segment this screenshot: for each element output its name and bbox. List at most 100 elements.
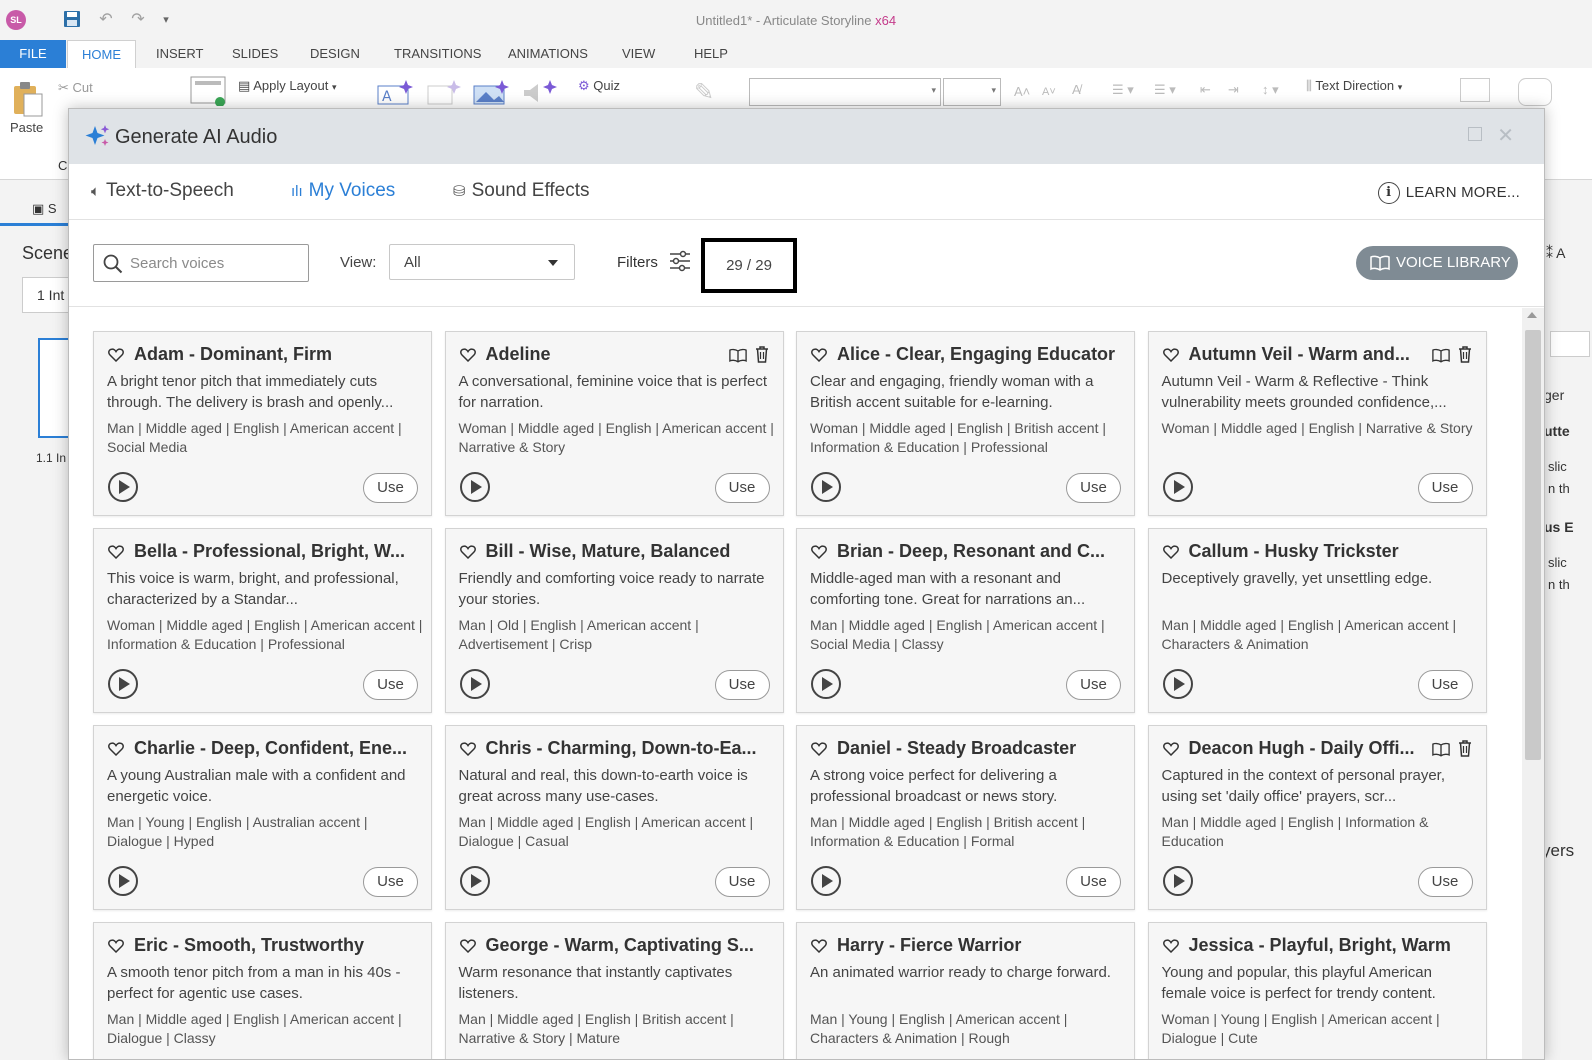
voice-card[interactable]: Harry - Fierce Warrior An animated warrio… [796,922,1135,1059]
use-button[interactable]: Use [714,670,770,700]
trash-icon[interactable] [1450,346,1472,367]
arrange-icon[interactable] [1460,78,1490,102]
paste-icon[interactable] [12,80,44,121]
use-button[interactable]: Use [1417,867,1473,897]
voice-card[interactable]: Bill - Wise, Mature, Balanced Friendly an… [444,528,784,713]
tab-insert[interactable]: INSERT [142,40,217,68]
scroll-thumb[interactable] [1525,330,1541,760]
heart-icon[interactable] [459,348,476,367]
voice-card[interactable]: Eric - Smooth, Trustworthy A smooth tenor… [93,922,432,1059]
heart-icon[interactable] [108,939,124,958]
play-icon[interactable] [1162,668,1194,705]
play-icon[interactable] [107,668,139,705]
voice-card[interactable]: Jessica - Playful, Bright, Warm Young and… [1147,922,1487,1059]
heart-icon[interactable] [811,939,827,958]
search-voices-field[interactable] [93,244,309,282]
use-button[interactable]: Use [1417,670,1473,700]
tab-slides[interactable]: SLIDES [218,40,292,68]
use-button[interactable]: Use [363,473,418,503]
trash-icon[interactable] [747,346,769,367]
play-icon[interactable] [1162,471,1194,508]
tab-animations[interactable]: ANIMATIONS [494,40,602,68]
heart-icon[interactable] [459,545,476,564]
clear-format-icon[interactable]: A̸ [1072,82,1081,97]
tab-transitions[interactable]: TRANSITIONS [380,40,495,68]
quiz-button[interactable]: ⚙ Quiz [578,78,620,94]
scene-row[interactable]: 1 Int [22,277,72,313]
book-icon[interactable] [721,348,747,367]
scroll-up-arrow-icon[interactable] [1527,312,1537,318]
play-icon[interactable] [107,471,139,508]
use-button[interactable]: Use [363,670,418,700]
tab-sound-effects[interactable]: ⛁ Sound Effects [453,180,590,202]
apply-layout-button[interactable]: ▤ Apply Layout ▾ [238,78,337,94]
voice-card[interactable]: Charlie - Deep, Confident, Ene... A young… [93,725,432,910]
numbering-icon[interactable]: ☰ ▾ [1154,82,1176,98]
ai-audio-icon[interactable] [520,78,560,111]
layout-icon[interactable] [190,76,228,109]
font-grow-icon[interactable]: A˄ [1014,84,1030,99]
heart-icon[interactable] [1162,742,1179,761]
cut-button[interactable]: ✂ Cut [58,80,93,96]
voice-card[interactable]: Deacon Hugh - Daily Offi... Captured in t… [1147,725,1487,910]
ai-text-icon[interactable]: A [376,78,416,111]
book-icon[interactable] [1424,742,1450,761]
voice-card[interactable]: Chris - Charming, Down-to-Ea... Natural a… [444,725,784,910]
play-icon[interactable] [459,668,491,705]
voice-card[interactable]: Adam - Dominant, Firm A bright tenor pitc… [93,331,432,516]
heart-icon[interactable] [108,348,124,367]
maximize-icon[interactable] [1468,127,1482,141]
use-button[interactable]: Use [363,867,418,897]
tab-home[interactable]: HOME [67,40,136,68]
use-button[interactable]: Use [1417,473,1473,503]
play-icon[interactable] [459,471,491,508]
tab-my-voices[interactable]: ılı My Voices [291,180,395,202]
text-direction-button[interactable]: ⫼ Text Direction ▾ [1306,78,1402,94]
heart-icon[interactable] [811,348,827,367]
voice-card[interactable]: Adeline A conversational, feminine voice … [444,331,784,516]
voice-card[interactable]: Daniel - Steady Broadcaster A strong voic… [796,725,1135,910]
play-icon[interactable] [1162,865,1194,902]
font-shrink-icon[interactable]: A˅ [1042,86,1056,98]
tab-text-to-speech[interactable]: 🔈︎ Text-to-Speech [91,180,234,202]
search-input[interactable] [130,253,300,273]
tab-file[interactable]: FILE [0,40,66,68]
increase-indent-icon[interactable]: ⇥ [1228,82,1239,98]
play-icon[interactable] [107,865,139,902]
bullets-icon[interactable]: ☰ ▾ [1112,82,1134,98]
line-spacing-icon[interactable]: ↕ ▾ [1262,82,1279,98]
heart-icon[interactable] [108,545,124,564]
use-button[interactable]: Use [1066,670,1121,700]
voice-card[interactable]: Brian - Deep, Resonant and C... Middle-ag… [796,528,1135,713]
use-button[interactable]: Use [714,473,770,503]
heart-icon[interactable] [1162,348,1179,367]
voice-card[interactable]: Autumn Veil - Warm and... Autumn Veil - W… [1147,331,1487,516]
scrollbar[interactable] [1522,308,1544,1059]
heart-icon[interactable] [1162,939,1179,958]
heart-icon[interactable] [811,742,827,761]
slide-thumbnail[interactable] [38,338,72,438]
ai-image-icon[interactable] [472,78,512,111]
filters-button[interactable]: Filters [617,250,690,272]
heart-icon[interactable] [811,545,827,564]
use-button[interactable]: Use [1066,867,1121,897]
voice-card[interactable]: George - Warm, Captivating S... Warm reso… [444,922,784,1059]
tab-story-view[interactable]: ▣ S [32,201,57,217]
trash-icon[interactable] [1450,740,1472,761]
view-dropdown[interactable]: All [389,244,575,280]
close-icon[interactable]: ✕ [1497,123,1514,148]
voice-card[interactable]: Bella - Professional, Bright, W... This v… [93,528,432,713]
tab-design[interactable]: DESIGN [296,40,374,68]
use-button[interactable]: Use [1066,473,1121,503]
heart-icon[interactable] [1162,545,1179,564]
tab-help[interactable]: HELP [680,40,742,68]
voice-card[interactable]: Callum - Husky Trickster Deceptively grav… [1147,528,1487,713]
decrease-indent-icon[interactable]: ⇤ [1200,82,1211,98]
play-icon[interactable] [810,865,842,902]
voice-card[interactable]: Alice - Clear, Engaging Educator Clear an… [796,331,1135,516]
font-size-select[interactable]: ▾ [943,78,1001,106]
play-icon[interactable] [459,865,491,902]
heart-icon[interactable] [459,939,476,958]
voice-library-button[interactable]: VOICE LIBRARY [1356,246,1518,280]
heart-icon[interactable] [459,742,476,761]
